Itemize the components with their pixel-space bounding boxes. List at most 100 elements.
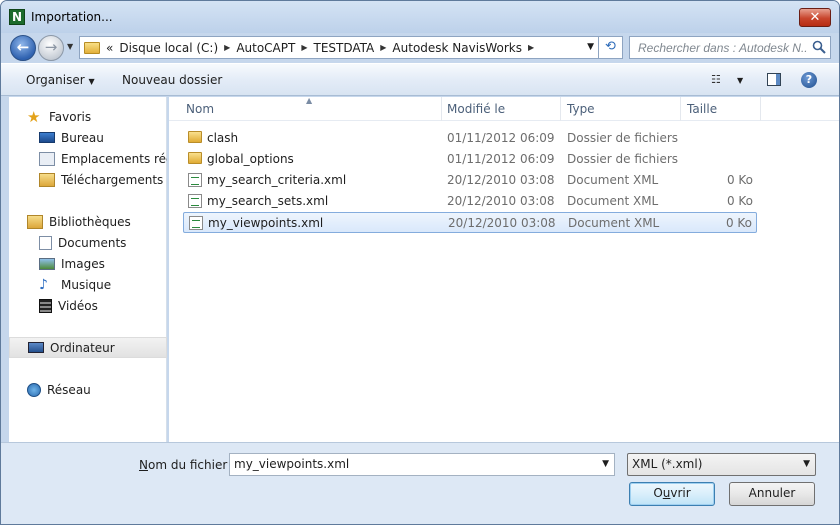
file-list-pane: ▲ Nom Modifié le Type Taille clash 01/11… [169,96,839,442]
navigation-pane: ★ Favoris Bureau Emplacements récents Té… [9,97,167,442]
close-button[interactable]: ✕ [799,8,831,27]
column-header-type[interactable]: Type [567,102,595,116]
file-name: clash [207,131,239,145]
recent-places-icon [39,151,55,166]
search-icon[interactable] [812,40,826,54]
breadcrumb-arrow-icon[interactable]: ▶ [224,43,230,52]
xml-file-icon [189,216,203,230]
help-button[interactable]: ? [801,72,817,88]
breadcrumb-segment[interactable]: Autodesk NavisWorks [392,41,522,55]
music-icon: ♪ [39,276,48,293]
sidebar-item-network[interactable]: Réseau [9,379,167,400]
videos-icon [39,298,52,313]
xml-file-icon [188,173,202,187]
dialog-footer: Nom du fichier : my_viewpoints.xml ▼ XML… [1,442,839,524]
file-type-filter-select[interactable]: XML (*.xml) ▼ [627,453,816,476]
address-bar[interactable]: « Disque local (C:) ▶ AutoCAPT ▶ TESTDAT… [79,36,599,59]
file-type: Document XML [568,216,660,230]
network-icon [27,382,41,397]
sidebar-item-libraries[interactable]: Bibliothèques [9,211,167,232]
sidebar-item-documents[interactable]: Documents [9,232,167,253]
sidebar-item-label: Musique [61,277,112,292]
xml-file-icon [188,194,202,208]
file-modified: 20/12/2010 03:08 [447,173,555,187]
open-button[interactable]: Ouvrir [629,482,715,506]
organize-label: Organiser [26,73,85,87]
cancel-button[interactable]: Annuler [729,482,815,506]
chevron-down-icon: ▼ [88,77,95,86]
sidebar-item-desktop[interactable]: Bureau [9,127,167,148]
breadcrumb-arrow-icon[interactable]: ▶ [301,43,307,52]
organize-button[interactable]: Organiser ▼ [26,73,95,87]
file-name: my_viewpoints.xml [208,216,324,230]
column-divider[interactable] [680,97,681,121]
file-type: Dossier de fichiers [567,152,679,166]
file-type: Dossier de fichiers [567,131,679,145]
chevron-down-icon[interactable]: ▼ [602,459,609,469]
sidebar-item-label: Ordinateur [50,340,115,355]
search-input[interactable] [630,37,808,58]
file-type: Document XML [567,194,659,208]
sidebar-item-label: Vidéos [58,298,98,313]
file-modified: 20/12/2010 03:08 [448,216,556,230]
file-row[interactable]: my_search_criteria.xml 20/12/2010 03:08 … [183,170,757,191]
search-box [629,36,831,59]
sidebar-item-label: Emplacements récents [61,151,167,166]
file-name: my_search_criteria.xml [207,173,347,187]
sidebar-item-label: Téléchargements [61,172,164,187]
forward-button[interactable]: → [38,35,64,61]
sidebar-item-label: Images [61,256,105,271]
file-name: global_options [207,152,294,166]
breadcrumb-arrow-icon[interactable]: ▶ [380,43,386,52]
refresh-button[interactable]: ⟲ [599,36,623,59]
chevron-down-icon[interactable]: ▼ [803,459,810,469]
pictures-icon [39,257,55,270]
folder-icon [188,131,202,143]
address-dropdown-icon[interactable]: ▼ [587,42,594,52]
sidebar-item-videos[interactable]: Vidéos [9,295,167,316]
breadcrumb-segment[interactable]: Disque local (C:) [119,41,218,55]
sidebar-item-computer[interactable]: Ordinateur [9,337,167,358]
column-header-size[interactable]: Taille [687,102,717,116]
filename-combobox[interactable]: my_viewpoints.xml ▼ [229,453,615,476]
sidebar-item-pictures[interactable]: Images [9,253,167,274]
view-dropdown-icon[interactable]: ▼ [737,76,743,85]
star-icon: ★ [27,107,41,126]
breadcrumb-arrow-icon[interactable]: ▶ [528,43,534,52]
new-folder-button[interactable]: Nouveau dossier [122,73,222,87]
file-row-selected[interactable]: my_viewpoints.xml 20/12/2010 03:08 Docum… [183,212,757,233]
column-divider[interactable] [760,97,761,121]
recent-locations-dropdown-icon[interactable]: ▼ [67,42,73,51]
file-row[interactable]: clash 01/11/2012 06:09 Dossier de fichie… [183,128,757,149]
file-name: my_search_sets.xml [207,194,329,208]
column-divider[interactable] [560,97,561,121]
filename-label-text: om du fichier : [147,458,236,472]
file-size: 0 Ko [726,194,753,208]
sidebar-item-downloads[interactable]: Téléchargements [9,169,167,190]
window-title: Importation... [31,10,113,24]
preview-pane-icon[interactable] [767,73,781,86]
breadcrumb-segment[interactable]: TESTDATA [313,41,374,55]
computer-icon [28,342,44,353]
address-overflow-chevron[interactable]: « [106,41,113,55]
import-dialog: N Importation... ✕ ← → ▼ « Disque local … [0,0,840,525]
file-size: 0 Ko [726,173,753,187]
sidebar-item-favorites[interactable]: ★ Favoris [9,106,167,127]
breadcrumb-segment[interactable]: AutoCAPT [236,41,295,55]
column-divider[interactable] [441,97,442,121]
sidebar-item-label: Bureau [61,130,104,145]
command-toolbar: Organiser ▼ Nouveau dossier ☷ ▼ ? [1,63,839,96]
filename-value[interactable]: my_viewpoints.xml [234,457,349,471]
sidebar-item-label: Bibliothèques [49,214,131,229]
open-label-part: O [653,486,663,500]
sidebar-item-music[interactable]: ♪ Musique [9,274,167,295]
sort-ascending-icon: ▲ [306,96,313,105]
column-header-name[interactable]: Nom [186,102,214,116]
back-button[interactable]: ← [10,35,36,61]
column-header-modified[interactable]: Modifié le [447,102,505,116]
view-options-icon[interactable]: ☷ [711,73,721,86]
sidebar-item-label: Documents [58,235,127,250]
file-row[interactable]: my_search_sets.xml 20/12/2010 03:08 Docu… [183,191,757,212]
sidebar-item-recent-places[interactable]: Emplacements récents [9,148,167,169]
file-row[interactable]: global_options 01/11/2012 06:09 Dossier … [183,149,757,170]
